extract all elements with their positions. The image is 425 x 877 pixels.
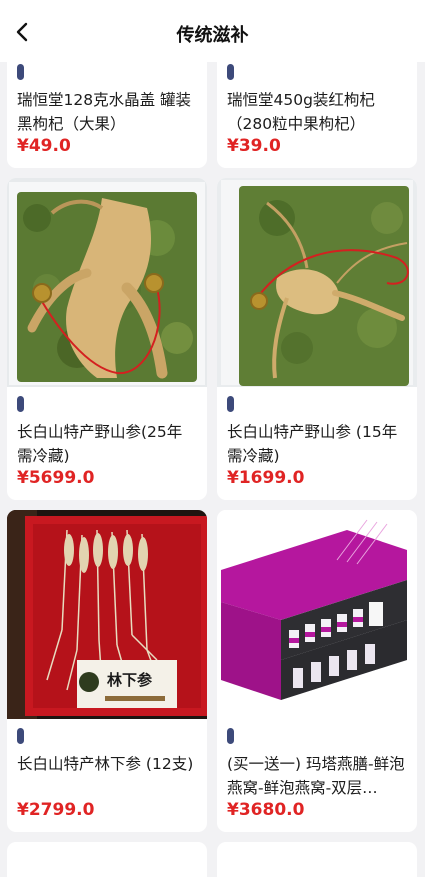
- category-mark: [227, 64, 234, 80]
- product-card[interactable]: [7, 842, 207, 877]
- product-price: ¥1699.0: [227, 468, 305, 488]
- category-mark: [17, 728, 24, 744]
- product-card[interactable]: 林下参 长白山特产林下参 (12支) ¥2799.0: [7, 510, 207, 832]
- product-image: [217, 510, 417, 719]
- product-price: ¥2799.0: [17, 800, 95, 820]
- product-card[interactable]: (买一送一) 玛塔燕膳-鲜泡燕窝-鲜泡燕窝-双层… ¥3680.0: [217, 510, 417, 832]
- product-card[interactable]: 长白山特产野山参 (15年需冷藏) ¥1699.0: [217, 178, 417, 500]
- category-mark: [227, 396, 234, 412]
- product-name: 长白山特产野山参 (15年需冷藏): [227, 423, 398, 465]
- category-mark: [17, 396, 24, 412]
- product-card[interactable]: 长白山特产野山参(25年需冷藏) ¥5699.0: [7, 178, 207, 500]
- category-mark: [17, 64, 24, 80]
- product-image: 林下参: [7, 510, 207, 719]
- product-image: [7, 178, 207, 387]
- product-name: (买一送一) 玛塔燕膳-鲜泡燕窝-鲜泡燕窝-双层…: [227, 755, 405, 797]
- product-name: 瑞恒堂128克水晶盖 罐装黑枸杞（大果）: [17, 91, 192, 133]
- category-mark: [227, 728, 234, 744]
- image-sign-text: 林下参: [107, 671, 153, 689]
- product-price: ¥39.0: [227, 136, 281, 156]
- product-price: ¥3680.0: [227, 800, 305, 820]
- top-bar: 传统滋补: [0, 0, 425, 62]
- product-price: ¥5699.0: [17, 468, 95, 488]
- page-title: 传统滋补: [176, 25, 249, 46]
- product-name: 长白山特产野山参(25年需冷藏): [17, 423, 183, 465]
- product-card[interactable]: [217, 842, 417, 877]
- product-name: 长白山特产林下参 (12支): [17, 755, 194, 773]
- product-image: [217, 178, 417, 387]
- product-name: 瑞恒堂450g装红枸杞（280粒中果枸杞）: [227, 91, 375, 133]
- product-price: ¥49.0: [17, 136, 71, 156]
